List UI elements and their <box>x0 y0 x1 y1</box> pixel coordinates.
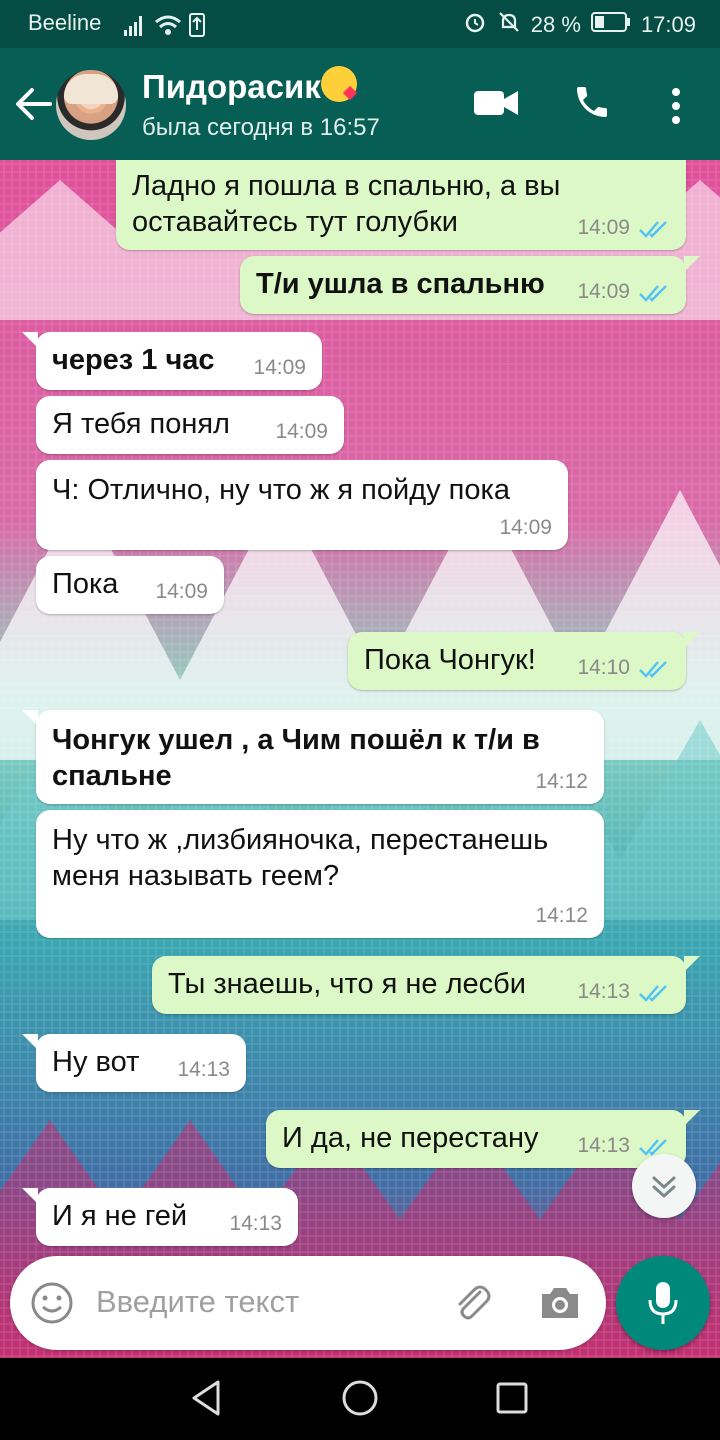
last-seen-status: была сегодня в 16:57 <box>142 114 380 141</box>
alarm-icon <box>463 10 487 40</box>
message-time: 14:13 <box>577 1134 630 1157</box>
message-bubble-outgoing[interactable]: Ладно я пошла в спальню, а вы оставайтес… <box>116 160 686 250</box>
message-bubble-outgoing[interactable]: Пока Чонгук! 14:10 <box>348 632 700 690</box>
message-bubble-incoming[interactable]: И я не гей 14:13 <box>22 1188 298 1246</box>
message-bubble-incoming[interactable]: через 1 час 14:09 <box>22 332 322 390</box>
read-receipt-icon <box>639 221 667 238</box>
battery-icon <box>590 11 631 39</box>
message-time: 14:12 <box>535 770 588 793</box>
message-time: 14:12 <box>535 904 588 927</box>
message-time: 14:09 <box>155 580 208 603</box>
message-time: 14:13 <box>177 1058 230 1081</box>
chat-header: Пидорасик была сегодня в 16:57 <box>0 48 720 160</box>
read-receipt-icon <box>639 985 667 1002</box>
message-bubble-incoming[interactable]: Пока 14:09 <box>36 556 224 614</box>
message-bubble-incoming[interactable]: Ч: Отлично, ну что ж я пойду пока 14:09 <box>36 460 568 550</box>
contact-name[interactable]: Пидорасик <box>142 66 357 106</box>
message-time: 14:10 <box>577 656 630 679</box>
mute-icon <box>497 10 521 40</box>
voice-message-button[interactable] <box>616 1256 710 1350</box>
message-bubble-outgoing[interactable]: И да, не перестану 14:13 <box>266 1110 700 1168</box>
message-time: 14:09 <box>253 356 306 379</box>
message-time: 14:09 <box>275 420 328 443</box>
message-bubble-incoming[interactable]: Я тебя понял 14:09 <box>36 396 344 454</box>
double-chevron-down-icon <box>652 1176 676 1198</box>
battery-percent: 28 % <box>530 12 581 37</box>
back-arrow-icon[interactable] <box>14 84 54 124</box>
status-bar: Beeline 28 % 17:09 <box>0 0 720 48</box>
nav-recents-icon[interactable] <box>496 1382 528 1414</box>
scroll-to-bottom-button[interactable] <box>632 1154 696 1218</box>
message-text: Чонгук ушел , а Чим пошёл к т/и в спальн… <box>52 724 540 792</box>
message-text: Ну что ж ,лизбияночка, перестанешь меня … <box>52 824 549 892</box>
message-text: Ч: Отлично, ну что ж я пойду пока <box>52 474 510 506</box>
message-time: 14:09 <box>499 516 552 539</box>
kissing-face-emoji-icon <box>320 66 357 102</box>
nav-home-icon[interactable] <box>342 1380 378 1416</box>
camera-icon[interactable] <box>538 1284 582 1327</box>
message-time: 14:09 <box>577 280 630 303</box>
message-time: 14:09 <box>577 216 630 239</box>
video-call-icon[interactable] <box>474 88 518 123</box>
chat-area[interactable]: Ладно я пошла в спальню, а вы оставайтес… <box>0 160 720 1358</box>
more-options-icon[interactable] <box>664 84 688 128</box>
read-receipt-icon <box>639 661 667 678</box>
message-bubble-incoming[interactable]: Ну что ж ,лизбияночка, перестанешь меня … <box>36 810 604 938</box>
read-receipt-icon <box>639 285 667 302</box>
message-bubble-incoming[interactable]: Чонгук ушел , а Чим пошёл к т/и в спальн… <box>22 710 604 804</box>
carrier-label: Beeline <box>28 10 102 35</box>
navigation-bar <box>0 1358 720 1440</box>
message-time: 14:13 <box>577 980 630 1003</box>
emoji-icon[interactable] <box>30 1281 74 1330</box>
message-composer: Введите текст <box>10 1256 606 1350</box>
avatar[interactable] <box>56 70 126 140</box>
microphone-icon <box>648 1282 678 1324</box>
message-bubble-outgoing[interactable]: Т/и ушла в спальню 14:09 <box>240 256 700 314</box>
paperclip-icon[interactable] <box>450 1280 494 1329</box>
message-time: 14:13 <box>229 1212 282 1235</box>
message-bubble-outgoing[interactable]: Ты знаешь, что я не лесби 14:13 <box>152 956 700 1014</box>
signal-wifi-icon <box>122 12 210 43</box>
message-bubble-incoming[interactable]: Ну вот 14:13 <box>22 1034 246 1092</box>
nav-back-icon[interactable] <box>192 1380 220 1416</box>
clock: 17:09 <box>640 12 696 37</box>
message-input[interactable]: Введите текст <box>96 1284 299 1320</box>
phone-call-icon[interactable] <box>572 82 612 127</box>
